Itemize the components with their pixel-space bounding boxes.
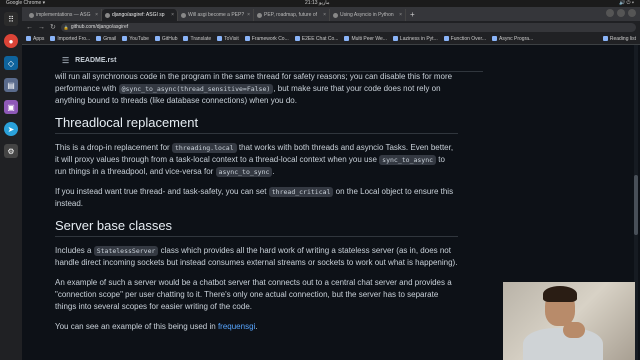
bookmark-laziness[interactable]: Laziness in Pyt... — [392, 36, 438, 42]
tab-strip: implementations — ASG × django/asgiref: A… — [22, 7, 640, 21]
scrollbar-thumb[interactable] — [634, 175, 638, 235]
maximize-button[interactable] — [617, 9, 625, 17]
favicon-icon — [29, 12, 34, 18]
bookmark-framework[interactable]: Framework Co... — [244, 36, 289, 42]
vscode-icon[interactable]: ◇ — [4, 56, 18, 70]
browser-chrome: implementations — ASG × django/asgiref: A… — [22, 7, 640, 45]
bookmark-translate[interactable]: Translate — [183, 36, 211, 42]
bookmark-apps[interactable]: Apps — [26, 36, 44, 42]
system-status-icons[interactable]: 🔊 ⏻ ▾ — [619, 0, 634, 7]
close-window-button[interactable] — [628, 9, 636, 17]
close-tab-icon[interactable]: × — [323, 12, 326, 18]
inline-code: sync_to_async — [379, 155, 437, 165]
folder-icon — [392, 36, 398, 41]
close-tab-icon[interactable]: × — [399, 12, 402, 18]
reload-button[interactable]: ↻ — [50, 23, 56, 31]
github-icon — [154, 36, 160, 41]
frequensgi-link[interactable]: frequensgi — [218, 322, 255, 331]
presenter-hand — [563, 322, 585, 338]
presenter-hair — [543, 286, 577, 302]
settings-icon[interactable]: ⚙ — [4, 144, 18, 158]
system-top-bar: Google Chrome ▾ 21:13 ماريو 🔊 ⏻ ▾ — [0, 0, 640, 7]
readme-filename[interactable]: README.rst — [75, 57, 116, 64]
activities-icon[interactable]: ⠿ — [4, 12, 18, 26]
active-app-name[interactable]: Google Chrome ▾ — [6, 0, 45, 7]
folder-icon — [492, 36, 498, 41]
tab-asgi-pep[interactable]: Will asgi become a PEP? × — [178, 9, 254, 21]
reading-list-icon — [602, 36, 608, 41]
app-icon[interactable]: ▣ — [4, 100, 18, 114]
close-tab-icon[interactable]: × — [247, 12, 250, 18]
new-tab-button[interactable]: + — [406, 9, 419, 21]
github-favicon-icon — [105, 12, 110, 18]
gmail-icon — [96, 36, 102, 41]
heading-server-base: Server base classes — [55, 219, 458, 237]
inline-code: thread_critical — [268, 187, 334, 197]
outline-menu-icon[interactable]: ☰ — [62, 56, 69, 65]
folder-icon — [344, 36, 350, 41]
files-icon[interactable]: ▤ — [4, 78, 18, 92]
folder-icon — [50, 36, 56, 41]
toolbar: ← → ↻ github.com/django/asgiref — [22, 21, 640, 33]
paragraph-threadlocal: This is a drop-in replacement for thread… — [55, 143, 454, 177]
folder-icon — [294, 36, 300, 41]
reading-list[interactable]: Reading list — [602, 36, 636, 42]
back-button[interactable]: ← — [26, 24, 33, 31]
youtube-icon — [122, 36, 128, 41]
bookmarks-bar: Apps Imported Fro... Gmail YouTube GitHu… — [22, 33, 640, 45]
bookmark-e2ee[interactable]: E2EE Chat Co... — [294, 36, 338, 42]
webcam-overlay — [503, 282, 635, 360]
paragraph-chatbot-example: An example of such a server would be a c… — [55, 278, 452, 311]
heading-threadlocal: Threadlocal replacement — [55, 116, 458, 134]
favicon-icon — [181, 12, 186, 18]
paragraph-thread-sensitive: will run all synchronous code in the pro… — [55, 72, 453, 105]
chrome-icon[interactable]: ● — [4, 34, 18, 48]
paragraph-frequensgi: You can see an example of this being use… — [55, 322, 258, 331]
tab-implementations[interactable]: implementations — ASG × — [26, 9, 102, 21]
folder-icon — [443, 36, 449, 41]
system-clock[interactable]: 21:13 ماريو — [305, 0, 330, 7]
apps-icon — [26, 36, 31, 41]
inline-code: @sync_to_async(thread_sensitive=False) — [118, 84, 274, 94]
favicon-icon — [257, 12, 262, 18]
close-tab-icon[interactable]: × — [95, 12, 98, 18]
bookmark-multipeer[interactable]: Multi Peer We... — [344, 36, 387, 42]
app-dock: ⠿ ● ◇ ▤ ▣ ➤ ⚙ — [0, 7, 22, 360]
inline-code: threading.local — [171, 143, 237, 153]
paragraph-thread-critical: If you instead want true thread- and tas… — [55, 187, 454, 208]
tab-pep-roadmap[interactable]: PEP, roadmap, future of × — [254, 9, 330, 21]
close-tab-icon[interactable]: × — [171, 12, 174, 18]
readme-content: will run all synchronous code in the pro… — [55, 71, 458, 341]
bookmark-async[interactable]: Async Progra... — [492, 36, 533, 42]
bookmark-gmail[interactable]: Gmail — [96, 36, 116, 42]
favicon-icon — [333, 12, 338, 18]
tab-asyncio[interactable]: Using Asyncio in Python × — [330, 9, 406, 21]
address-bar[interactable]: github.com/django/asgiref — [60, 22, 636, 32]
translate-icon — [183, 36, 189, 41]
paragraph-stateless-server: Includes a StatelessServer class which p… — [55, 246, 458, 267]
bookmark-github[interactable]: GitHub — [154, 36, 177, 42]
minimize-button[interactable] — [606, 9, 614, 17]
bookmark-youtube[interactable]: YouTube — [122, 36, 149, 42]
bookmark-imported[interactable]: Imported Fro... — [50, 36, 90, 42]
readme-header: ☰ README.rst — [62, 50, 483, 72]
inline-code: async_to_sync — [215, 167, 273, 177]
bookmark-function[interactable]: Function Over... — [443, 36, 486, 42]
folder-icon — [217, 36, 223, 41]
tab-asgiref[interactable]: django/asgiref: ASGI sp × — [102, 9, 178, 21]
bookmark-tovisit[interactable]: ToVisit — [217, 36, 239, 42]
inline-code: StatelessServer — [93, 246, 159, 256]
window-controls — [606, 9, 636, 17]
telegram-icon[interactable]: ➤ — [4, 122, 18, 136]
forward-button[interactable]: → — [38, 24, 45, 31]
folder-icon — [244, 36, 250, 41]
